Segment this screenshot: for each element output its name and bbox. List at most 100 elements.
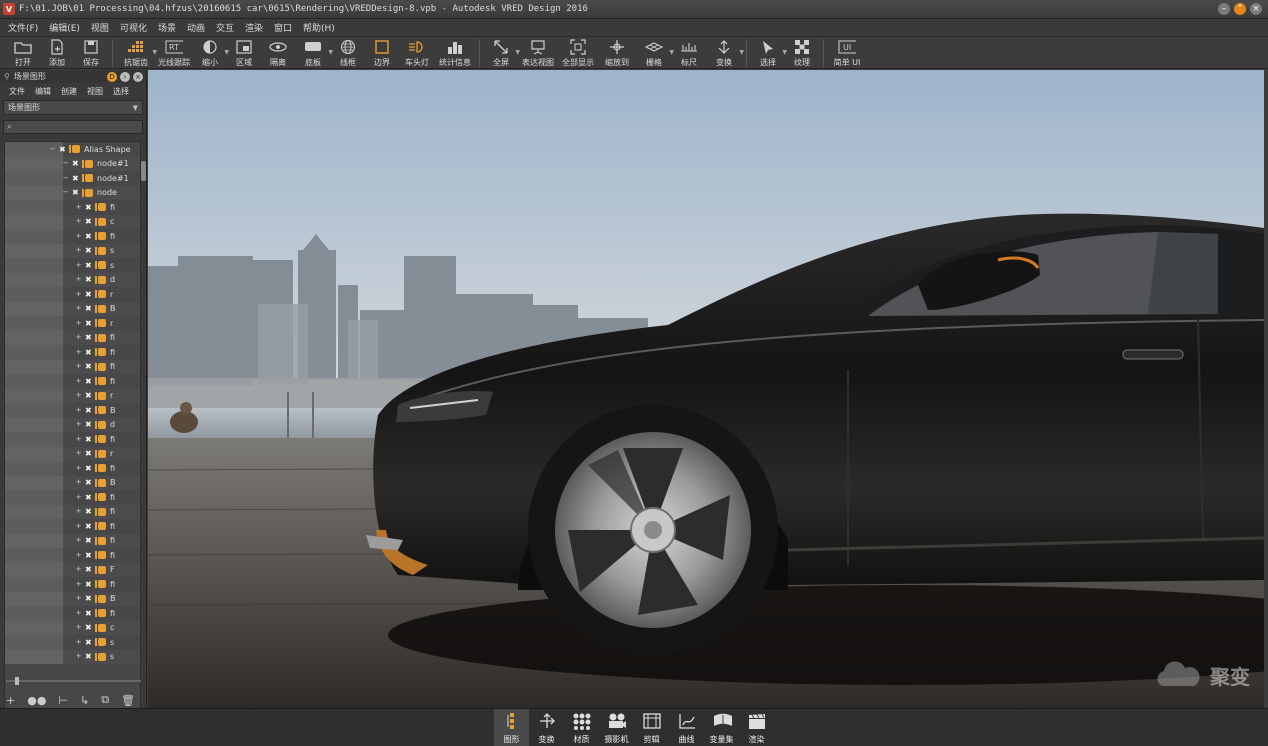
tree-row[interactable]: + ✖ B bbox=[5, 591, 140, 606]
tree-row[interactable]: + ✖ fi bbox=[5, 345, 140, 360]
tree-row[interactable]: + ✖ d bbox=[5, 272, 140, 287]
sg-menu-select[interactable]: 选择 bbox=[113, 86, 129, 97]
tree-row[interactable]: − ✖ Alias Shape bbox=[5, 142, 140, 157]
tree-row[interactable]: + ✖ B bbox=[5, 403, 140, 418]
tree-vertical-scrollbar[interactable] bbox=[141, 141, 146, 726]
menu-edit[interactable]: 编辑(E) bbox=[49, 21, 80, 34]
module-clip[interactable]: 剪辑 bbox=[634, 709, 669, 746]
open-button[interactable]: 打开 bbox=[6, 37, 40, 69]
pin-icon[interactable]: ⚲ bbox=[4, 72, 10, 81]
save-button[interactable]: 保存 bbox=[74, 37, 108, 69]
visibility-check-icon[interactable]: ✖ bbox=[85, 653, 92, 661]
expand-toggle-icon[interactable]: + bbox=[75, 334, 82, 341]
expand-toggle-icon[interactable]: + bbox=[75, 392, 82, 399]
expand-toggle-icon[interactable]: + bbox=[75, 551, 82, 559]
add-node-icon[interactable]: + bbox=[6, 694, 15, 707]
wireframe-button[interactable]: 线框 bbox=[331, 37, 365, 69]
tree-row[interactable]: + ✖ fi bbox=[5, 519, 140, 534]
visibility-check-icon[interactable]: ✖ bbox=[85, 493, 92, 501]
expand-toggle-icon[interactable]: + bbox=[75, 638, 82, 646]
expand-toggle-icon[interactable]: + bbox=[75, 566, 82, 573]
tree-row[interactable]: + ✖ fi bbox=[5, 533, 140, 548]
expand-toggle-icon[interactable]: + bbox=[75, 508, 82, 515]
visibility-check-icon[interactable]: ✖ bbox=[85, 551, 92, 559]
tree-row[interactable]: + ✖ fi bbox=[5, 359, 140, 374]
module-curves[interactable]: 曲线 bbox=[669, 709, 704, 746]
module-scenegraph[interactable]: 图形 bbox=[494, 709, 529, 746]
expand-toggle-icon[interactable]: − bbox=[62, 189, 69, 196]
tree-row[interactable]: − ✖ node#1 bbox=[5, 156, 140, 171]
visibility-check-icon[interactable]: ✖ bbox=[85, 319, 92, 327]
sg-menu-file[interactable]: 文件 bbox=[9, 86, 25, 97]
visibility-check-icon[interactable]: ✖ bbox=[85, 290, 92, 298]
menu-window[interactable]: 窗口 bbox=[274, 21, 292, 34]
bounds-button[interactable]: 边界 bbox=[365, 37, 399, 69]
menu-render[interactable]: 渲染 bbox=[245, 21, 263, 34]
visibility-check-icon[interactable]: ✖ bbox=[85, 537, 92, 545]
tree-row[interactable]: + ✖ d bbox=[5, 417, 140, 432]
tree-row[interactable]: − ✖ node#1 bbox=[5, 171, 140, 186]
module-materials[interactable]: 材质 bbox=[564, 709, 599, 746]
visibility-check-icon[interactable]: ✖ bbox=[85, 406, 92, 414]
slider-knob[interactable] bbox=[15, 677, 19, 685]
transform-node-icon[interactable]: ↳ bbox=[80, 694, 89, 707]
scenegraph-filter-select[interactable]: 场景图形 ▼ bbox=[3, 100, 143, 115]
visibility-check-icon[interactable]: ✖ bbox=[85, 624, 92, 632]
visibility-check-icon[interactable]: ✖ bbox=[85, 305, 92, 313]
module-transform[interactable]: 变换 bbox=[529, 709, 564, 746]
fullscreen-button[interactable]: 全屏 ▼ bbox=[484, 37, 520, 69]
menu-animation[interactable]: 动画 bbox=[187, 21, 205, 34]
visibility-check-icon[interactable]: ✖ bbox=[72, 189, 79, 197]
expand-toggle-icon[interactable]: + bbox=[75, 580, 82, 588]
expand-toggle-icon[interactable]: + bbox=[75, 305, 82, 312]
tree-row[interactable]: + ✖ fi bbox=[5, 490, 140, 505]
clone-icon[interactable]: ⧉ bbox=[101, 693, 109, 707]
texture-button[interactable]: 纹理 bbox=[785, 37, 819, 69]
tree-row[interactable]: + ✖ fi bbox=[5, 200, 140, 215]
visibility-check-icon[interactable]: ✖ bbox=[85, 218, 92, 226]
expand-toggle-icon[interactable]: − bbox=[62, 174, 69, 182]
tree-row[interactable]: + ✖ c bbox=[5, 620, 140, 635]
show-all-button[interactable]: 全部显示 bbox=[558, 37, 598, 69]
expand-toggle-icon[interactable]: + bbox=[75, 595, 82, 602]
presentation-view-button[interactable]: 表达视图 bbox=[518, 37, 558, 69]
expand-toggle-icon[interactable]: + bbox=[75, 464, 82, 472]
scrollbar-thumb[interactable] bbox=[141, 161, 146, 181]
tree-row[interactable]: + ✖ r bbox=[5, 287, 140, 302]
tree-row[interactable]: + ✖ fi bbox=[5, 374, 140, 389]
sg-menu-view[interactable]: 视图 bbox=[87, 86, 103, 97]
zoom-to-button[interactable]: 缩放到 bbox=[598, 37, 636, 69]
render-viewport[interactable] bbox=[148, 70, 1264, 708]
expand-toggle-icon[interactable]: + bbox=[75, 218, 82, 225]
menu-file[interactable]: 文件(F) bbox=[8, 21, 38, 34]
tree-row[interactable]: + ✖ B bbox=[5, 475, 140, 490]
expand-toggle-icon[interactable]: + bbox=[75, 421, 82, 428]
expand-toggle-icon[interactable]: + bbox=[75, 377, 82, 385]
visibility-check-icon[interactable]: ✖ bbox=[85, 464, 92, 472]
minimize-button[interactable]: – bbox=[1218, 3, 1230, 15]
dropdown-arrow-icon[interactable]: ▼ bbox=[739, 49, 744, 56]
expand-toggle-icon[interactable]: + bbox=[75, 319, 82, 327]
tree-zoom-slider[interactable] bbox=[6, 677, 141, 685]
vred-app-icon[interactable]: V bbox=[3, 3, 15, 15]
group-icon[interactable]: ●● bbox=[27, 694, 46, 707]
visibility-check-icon[interactable]: ✖ bbox=[85, 566, 92, 574]
tree-row[interactable]: + ✖ r bbox=[5, 446, 140, 461]
module-render[interactable]: 渲染 bbox=[739, 709, 774, 746]
visibility-check-icon[interactable]: ✖ bbox=[85, 609, 92, 617]
visibility-check-icon[interactable]: ✖ bbox=[85, 638, 92, 646]
visibility-check-icon[interactable]: ✖ bbox=[85, 580, 92, 588]
tree-row[interactable]: + ✖ s bbox=[5, 258, 140, 273]
visibility-check-icon[interactable]: ✖ bbox=[85, 508, 92, 516]
tree-row[interactable]: + ✖ r bbox=[5, 316, 140, 331]
tree-row[interactable]: + ✖ fi bbox=[5, 606, 140, 621]
sg-menu-create[interactable]: 创建 bbox=[61, 86, 77, 97]
module-camera[interactable]: 摄影机 bbox=[599, 709, 634, 746]
expand-toggle-icon[interactable]: + bbox=[75, 247, 82, 254]
menu-scene[interactable]: 场景 bbox=[158, 21, 176, 34]
visibility-check-icon[interactable]: ✖ bbox=[72, 160, 79, 168]
visibility-check-icon[interactable]: ✖ bbox=[85, 435, 92, 443]
expand-toggle-icon[interactable]: − bbox=[62, 160, 69, 167]
visibility-check-icon[interactable]: ✖ bbox=[85, 421, 92, 429]
tree-row[interactable]: + ✖ c bbox=[5, 214, 140, 229]
